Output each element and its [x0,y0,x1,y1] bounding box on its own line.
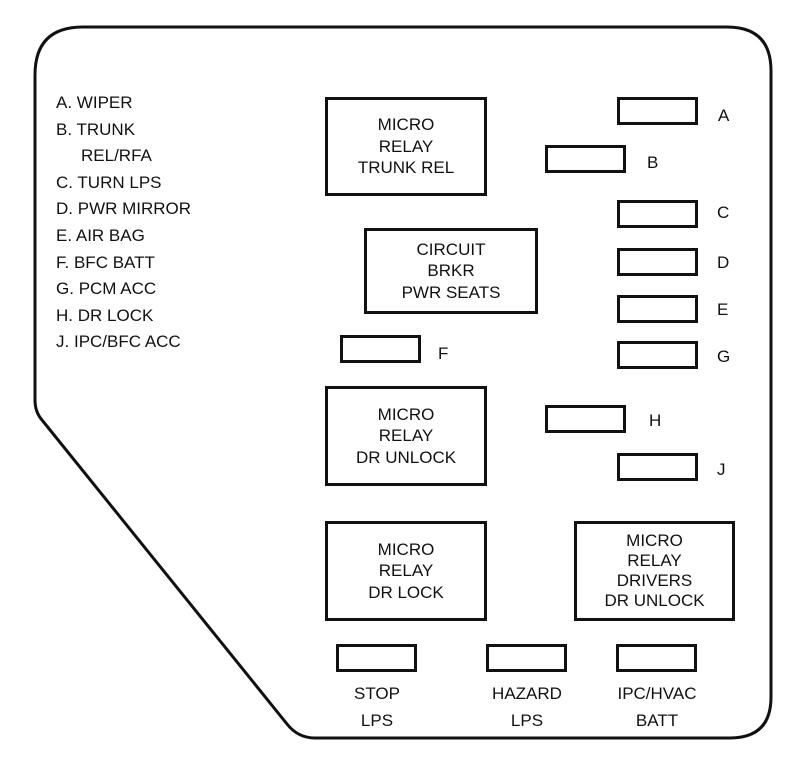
fuse-b-label: B [647,153,659,172]
fuse-b [545,145,626,173]
fuse-stop-lps-label: STOP LPS [354,684,400,730]
legend-item-g: G. PCM ACC [56,279,157,299]
fuse-e-label: E [717,300,729,319]
legend-item-b: B. TRUNK [56,119,136,139]
fuse-e [617,295,698,323]
fuse-ipc-hvac-batt-label: IPC/HVAC BATT [617,684,697,730]
fuse-stop-lps [336,644,417,672]
legend-item-e: E. AIR BAG [56,225,145,245]
fuse-d [617,248,698,276]
fuse-a [617,97,698,125]
fuse-j [617,453,698,481]
fuse-hazard-lps-label: HAZARD LPS [492,684,562,730]
legend-item-c: C. TURN LPS [56,172,162,192]
relay-trunk-rel: MICRO RELAY TRUNK REL [325,97,487,196]
fuse-h [545,405,626,433]
legend-item-h: H. DR LOCK [56,305,154,325]
fuse-a-label: A [718,106,730,125]
fuse-c-label: C [717,203,730,222]
relay-drivers-dr-unlock: MICRO RELAY DRIVERS DR UNLOCK [574,521,735,621]
fuse-legend: A. WIPER B. TRUNK REL/RFA C. TURN LPS D.… [56,90,191,356]
fuse-j-label: J [717,460,726,479]
fuse-d-label: D [717,253,730,272]
legend-item-b-cont: REL/RFA [81,146,152,166]
legend-item-a: A. WIPER [56,93,133,112]
fuse-g [617,341,698,369]
fuse-f [340,335,421,363]
legend-item-f: F. BFC BATT [56,252,155,272]
fuse-g-label: G [717,347,731,366]
legend-item-d: D. PWR MIRROR [56,199,192,219]
fuse-h-label: H [649,411,662,430]
fuse-hazard-lps [486,644,567,672]
fuse-c [617,200,698,228]
relay-dr-lock: MICRO RELAY DR LOCK [325,521,487,621]
relay-dr-unlock: MICRO RELAY DR UNLOCK [325,386,487,486]
legend-item-j: J. IPC/BFC ACC [56,332,181,352]
fuse-f-label: F [438,344,449,363]
circuit-breaker-pwr-seats: CIRCUIT BRKR PWR SEATS [364,228,538,314]
fuse-ipc-hvac-batt [616,644,697,672]
